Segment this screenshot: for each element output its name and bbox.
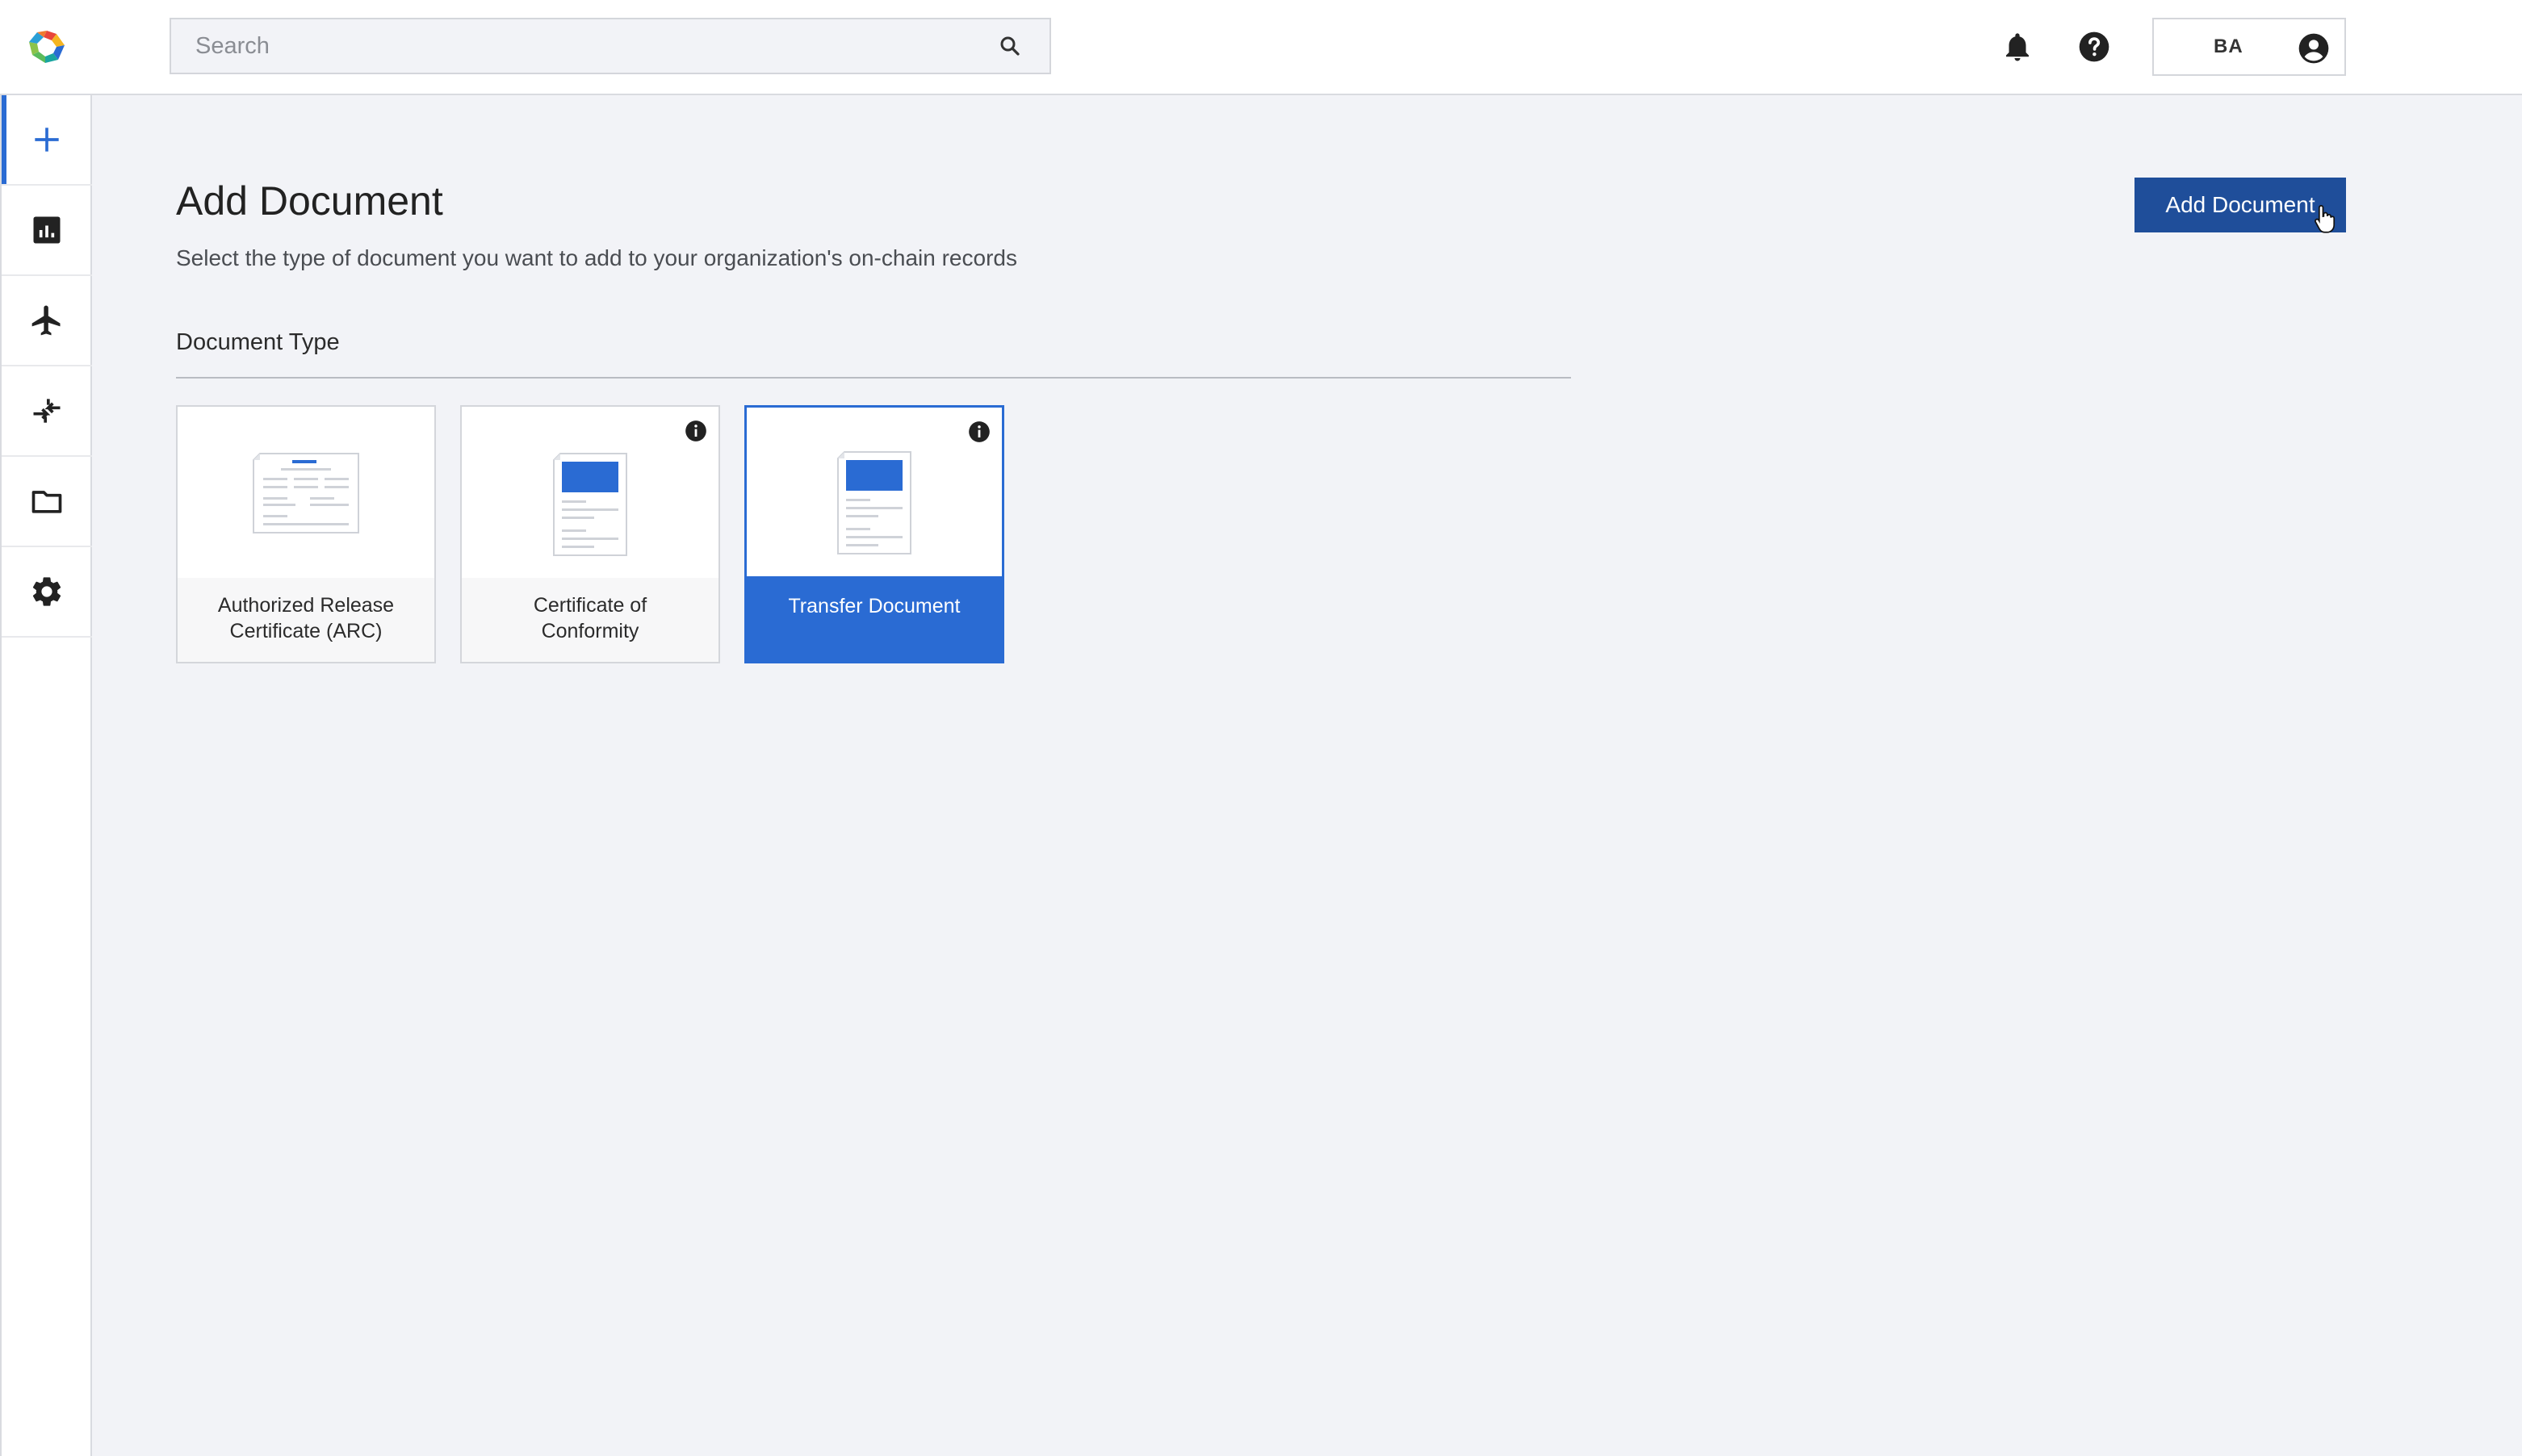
user-initials: BA [2214,36,2243,57]
bell-icon[interactable] [2000,29,2034,65]
bar-chart-icon [33,216,61,244]
folder-icon [31,491,62,513]
info-icon[interactable] [968,420,991,443]
top-bar: BA [0,0,2522,95]
card-label-line-2: Conformity [541,620,639,642]
portrait-document-icon [553,453,627,556]
transfer-arrows-icon [33,399,61,423]
sidebar-item-reports[interactable] [2,186,92,276]
card-label: Authorized Release Certificate (ARC) [186,592,426,644]
card-label-line-1: Transfer Document [788,595,961,617]
search-bar [170,18,1051,74]
sidebar-item-add[interactable] [2,95,92,186]
user-menu[interactable]: BA [2152,18,2346,76]
info-icon[interactable] [685,420,707,442]
hand-cursor-icon [2315,205,2336,233]
section-label-document-type: Document Type [176,329,340,355]
sidebar-item-documents[interactable] [2,457,92,547]
card-label-line-1: Authorized Release [217,594,395,617]
card-thumbnail [462,407,718,578]
card-thumbnail [747,408,1002,576]
portrait-document-icon [837,451,911,554]
search-input[interactable] [171,19,998,73]
card-label: Transfer Document [755,593,994,619]
sidebar [0,95,92,1456]
page-subtitle: Select the type of document you want to … [176,245,1017,270]
document-type-card-conformity[interactable]: Certificate of Conformity [460,405,720,663]
landscape-document-icon [253,453,359,533]
card-label-line-2: Certificate (ARC) [229,620,383,642]
card-label-line-1: Certificate of [533,594,647,617]
help-icon[interactable] [2076,29,2112,65]
sidebar-item-transfers[interactable] [2,366,92,457]
search-icon[interactable] [998,34,1022,58]
plus-icon [35,128,59,152]
page-title: Add Document [176,178,443,224]
card-thumbnail [178,407,434,578]
sidebar-item-aircraft[interactable] [2,276,92,366]
card-label: Certificate of Conformity [470,592,710,644]
airplane-icon [31,305,61,336]
app-logo[interactable] [27,29,66,65]
document-type-card-arc[interactable]: Authorized Release Certificate (ARC) [176,405,436,663]
document-type-card-transfer[interactable]: Transfer Document [744,405,1004,663]
account-circle-icon [2298,33,2329,64]
section-divider [176,377,1571,379]
gear-icon [32,577,61,606]
sidebar-item-settings[interactable] [2,547,92,638]
